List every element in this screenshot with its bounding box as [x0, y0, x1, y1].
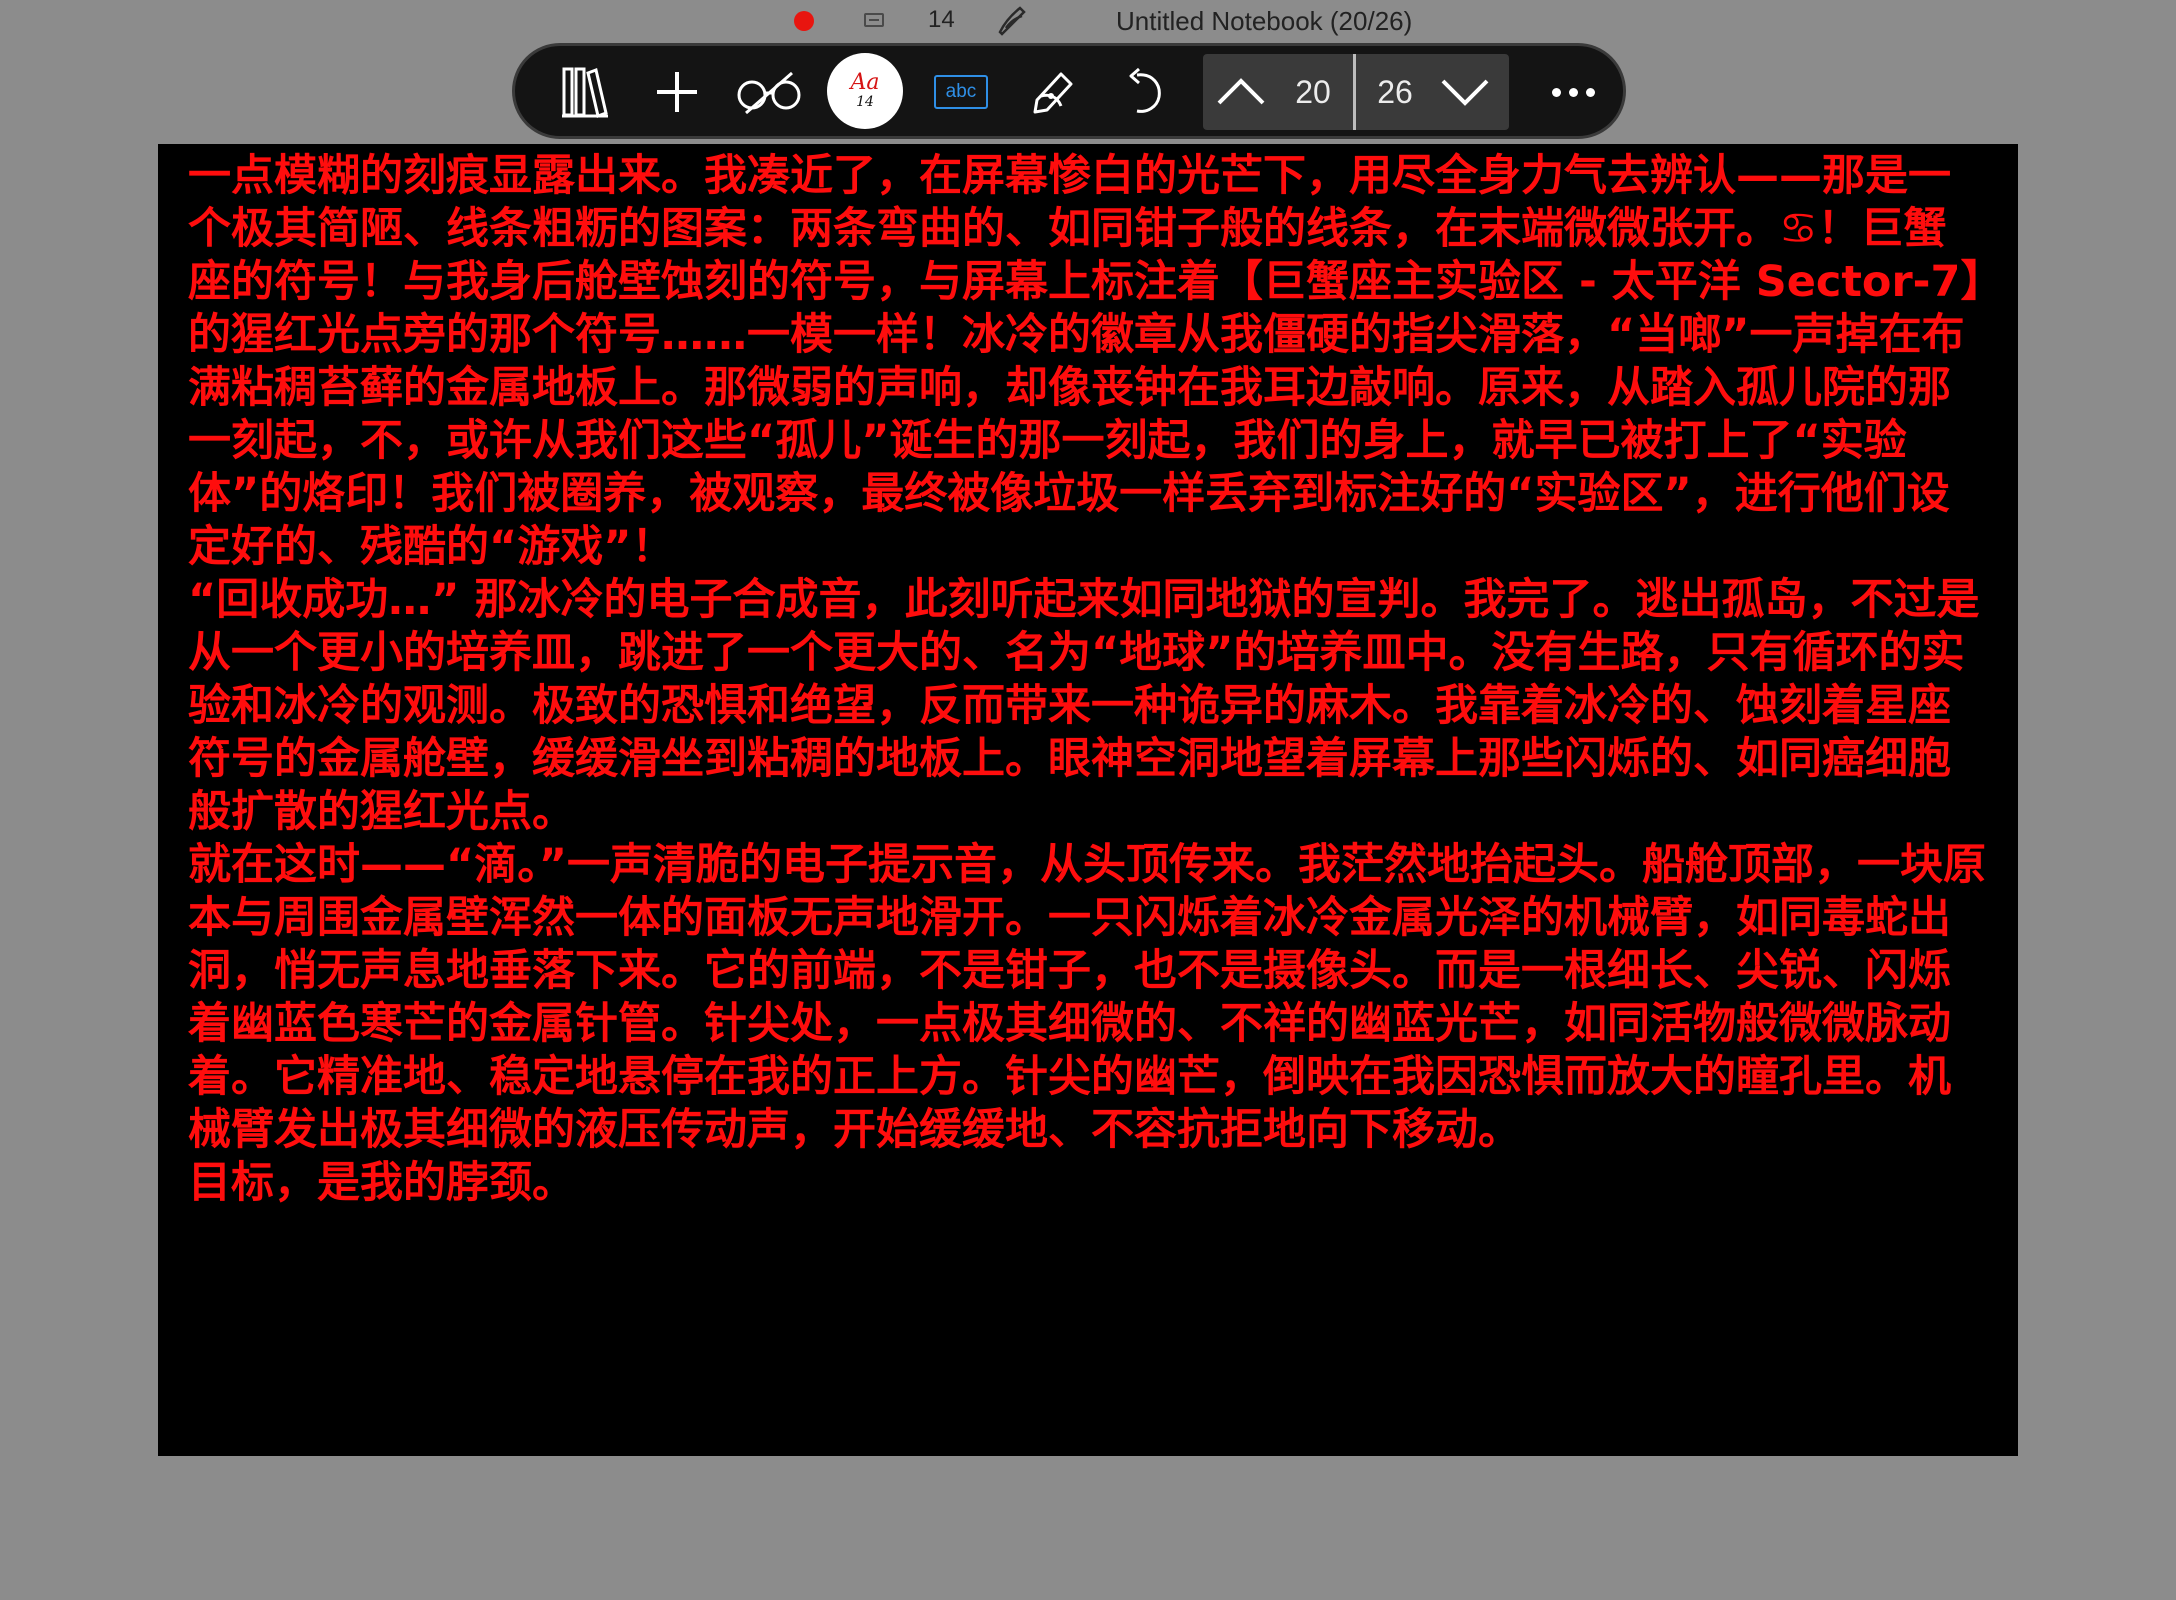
status-strip: 14 Untitled Notebook (20/26) — [0, 0, 2176, 44]
total-page-number: 26 — [1377, 74, 1413, 110]
more-button[interactable] — [1535, 54, 1611, 130]
page-down-icon — [1441, 79, 1489, 106]
notebook-title: Untitled Notebook (20/26) — [1116, 6, 1413, 36]
paragraph: “回收成功…” 那冰冷的电子合成音，此刻听起来如同地狱的宣判。我完了。逃出孤岛，… — [188, 575, 1980, 837]
page-divider — [1353, 54, 1356, 130]
font-size-value: 14 — [856, 94, 874, 110]
keyboard-icon — [864, 13, 884, 27]
page-up-button[interactable] — [1211, 54, 1271, 130]
paragraph: 目标，是我的脖颈。 — [188, 1158, 575, 1208]
more-icon — [1568, 87, 1578, 97]
text-recognition-icon: abc — [934, 75, 988, 109]
reading-mode-button[interactable] — [731, 54, 807, 130]
pen-tool-button[interactable] — [1015, 54, 1091, 130]
undo-button[interactable] — [1107, 54, 1183, 130]
font-icon: Aa — [850, 70, 880, 95]
font-style-button[interactable]: Aa 14 — [827, 53, 903, 129]
add-button[interactable] — [639, 54, 715, 130]
page-down-button[interactable] — [1435, 54, 1495, 130]
record-indicator-icon — [794, 11, 814, 31]
page-up-icon — [1217, 78, 1265, 105]
pen-status-icon — [998, 6, 1026, 36]
add-icon — [657, 72, 697, 112]
page-navigator: 20 26 — [1203, 54, 1509, 130]
status-font-size: 14 — [928, 6, 955, 33]
more-icon — [1585, 87, 1595, 97]
library-icon — [562, 67, 608, 119]
library-button[interactable] — [547, 54, 623, 130]
page-text[interactable]: 一点模糊的刻痕显露出来。我凑近了，在屏幕惨白的光芒下，用尽全身力气去辨认——那是… — [188, 150, 1988, 1210]
paragraph: 一点模糊的刻痕显露出来。我凑近了，在屏幕惨白的光芒下，用尽全身力气去辨认——那是… — [188, 151, 1982, 572]
undo-icon — [1129, 67, 1161, 113]
pen-icon — [1033, 72, 1073, 114]
text-recognition-button[interactable]: abc — [923, 54, 999, 130]
notebook-page[interactable]: 一点模糊的刻痕显露出来。我凑近了，在屏幕惨白的光芒下，用尽全身力气去辨认——那是… — [158, 144, 2018, 1456]
main-toolbar: Aa 14 abc 20 26 — [512, 43, 1626, 139]
paragraph: 就在这时——“滴。”一声清脆的电子提示音，从头顶传来。我茫然地抬起头。船舱顶部，… — [188, 840, 1987, 1155]
current-page-number[interactable]: 20 — [1283, 54, 1343, 130]
glasses-icon — [737, 71, 801, 115]
more-icon — [1551, 87, 1561, 97]
